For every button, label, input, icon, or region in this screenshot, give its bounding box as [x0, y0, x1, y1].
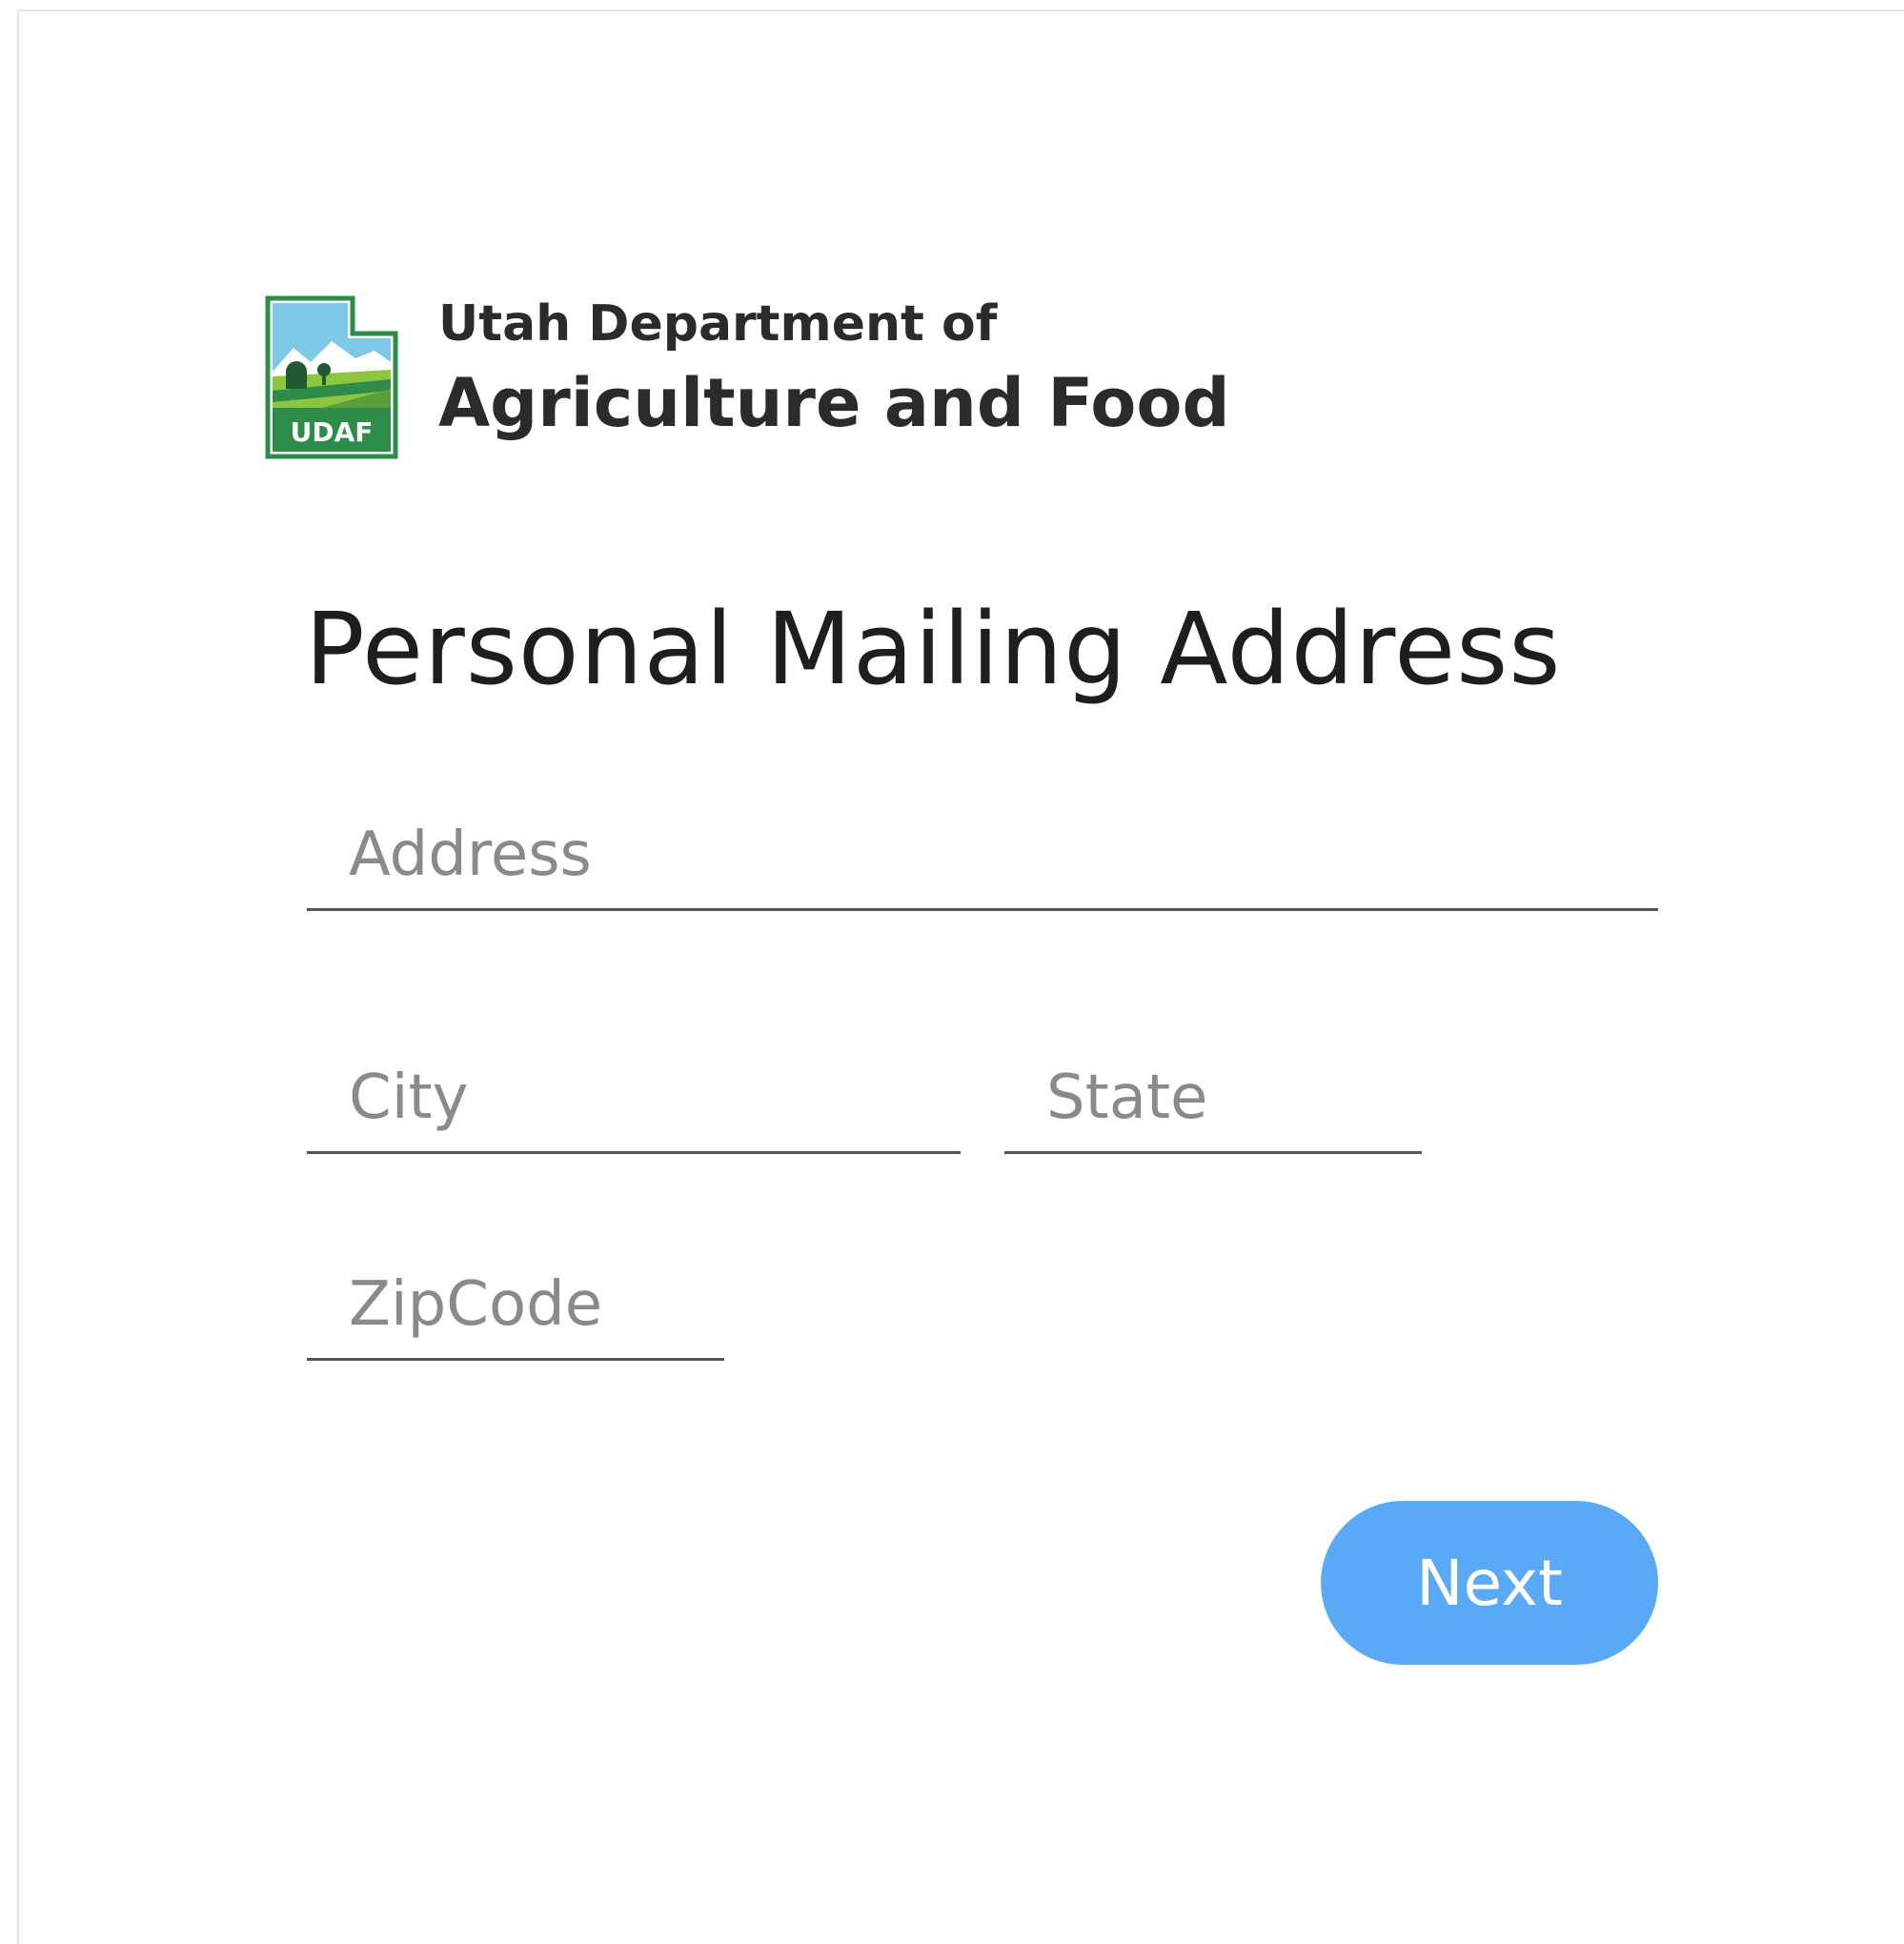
page: UDAF Utah Department of Agriculture and … [0, 0, 1904, 1944]
address-input[interactable] [307, 800, 1658, 911]
page-title: Personal Mailing Address [305, 591, 1562, 707]
agency-name-line2: Agriculture and Food [438, 364, 1230, 442]
agency-name-line1: Utah Department of [438, 295, 998, 353]
city-input[interactable] [307, 1043, 961, 1154]
udaf-logo-icon: UDAF [265, 295, 398, 459]
next-button[interactable]: Next [1321, 1501, 1658, 1665]
state-input[interactable] [1004, 1043, 1422, 1154]
zipcode-input[interactable] [307, 1250, 724, 1361]
logo-text: UDAF [291, 416, 374, 448]
